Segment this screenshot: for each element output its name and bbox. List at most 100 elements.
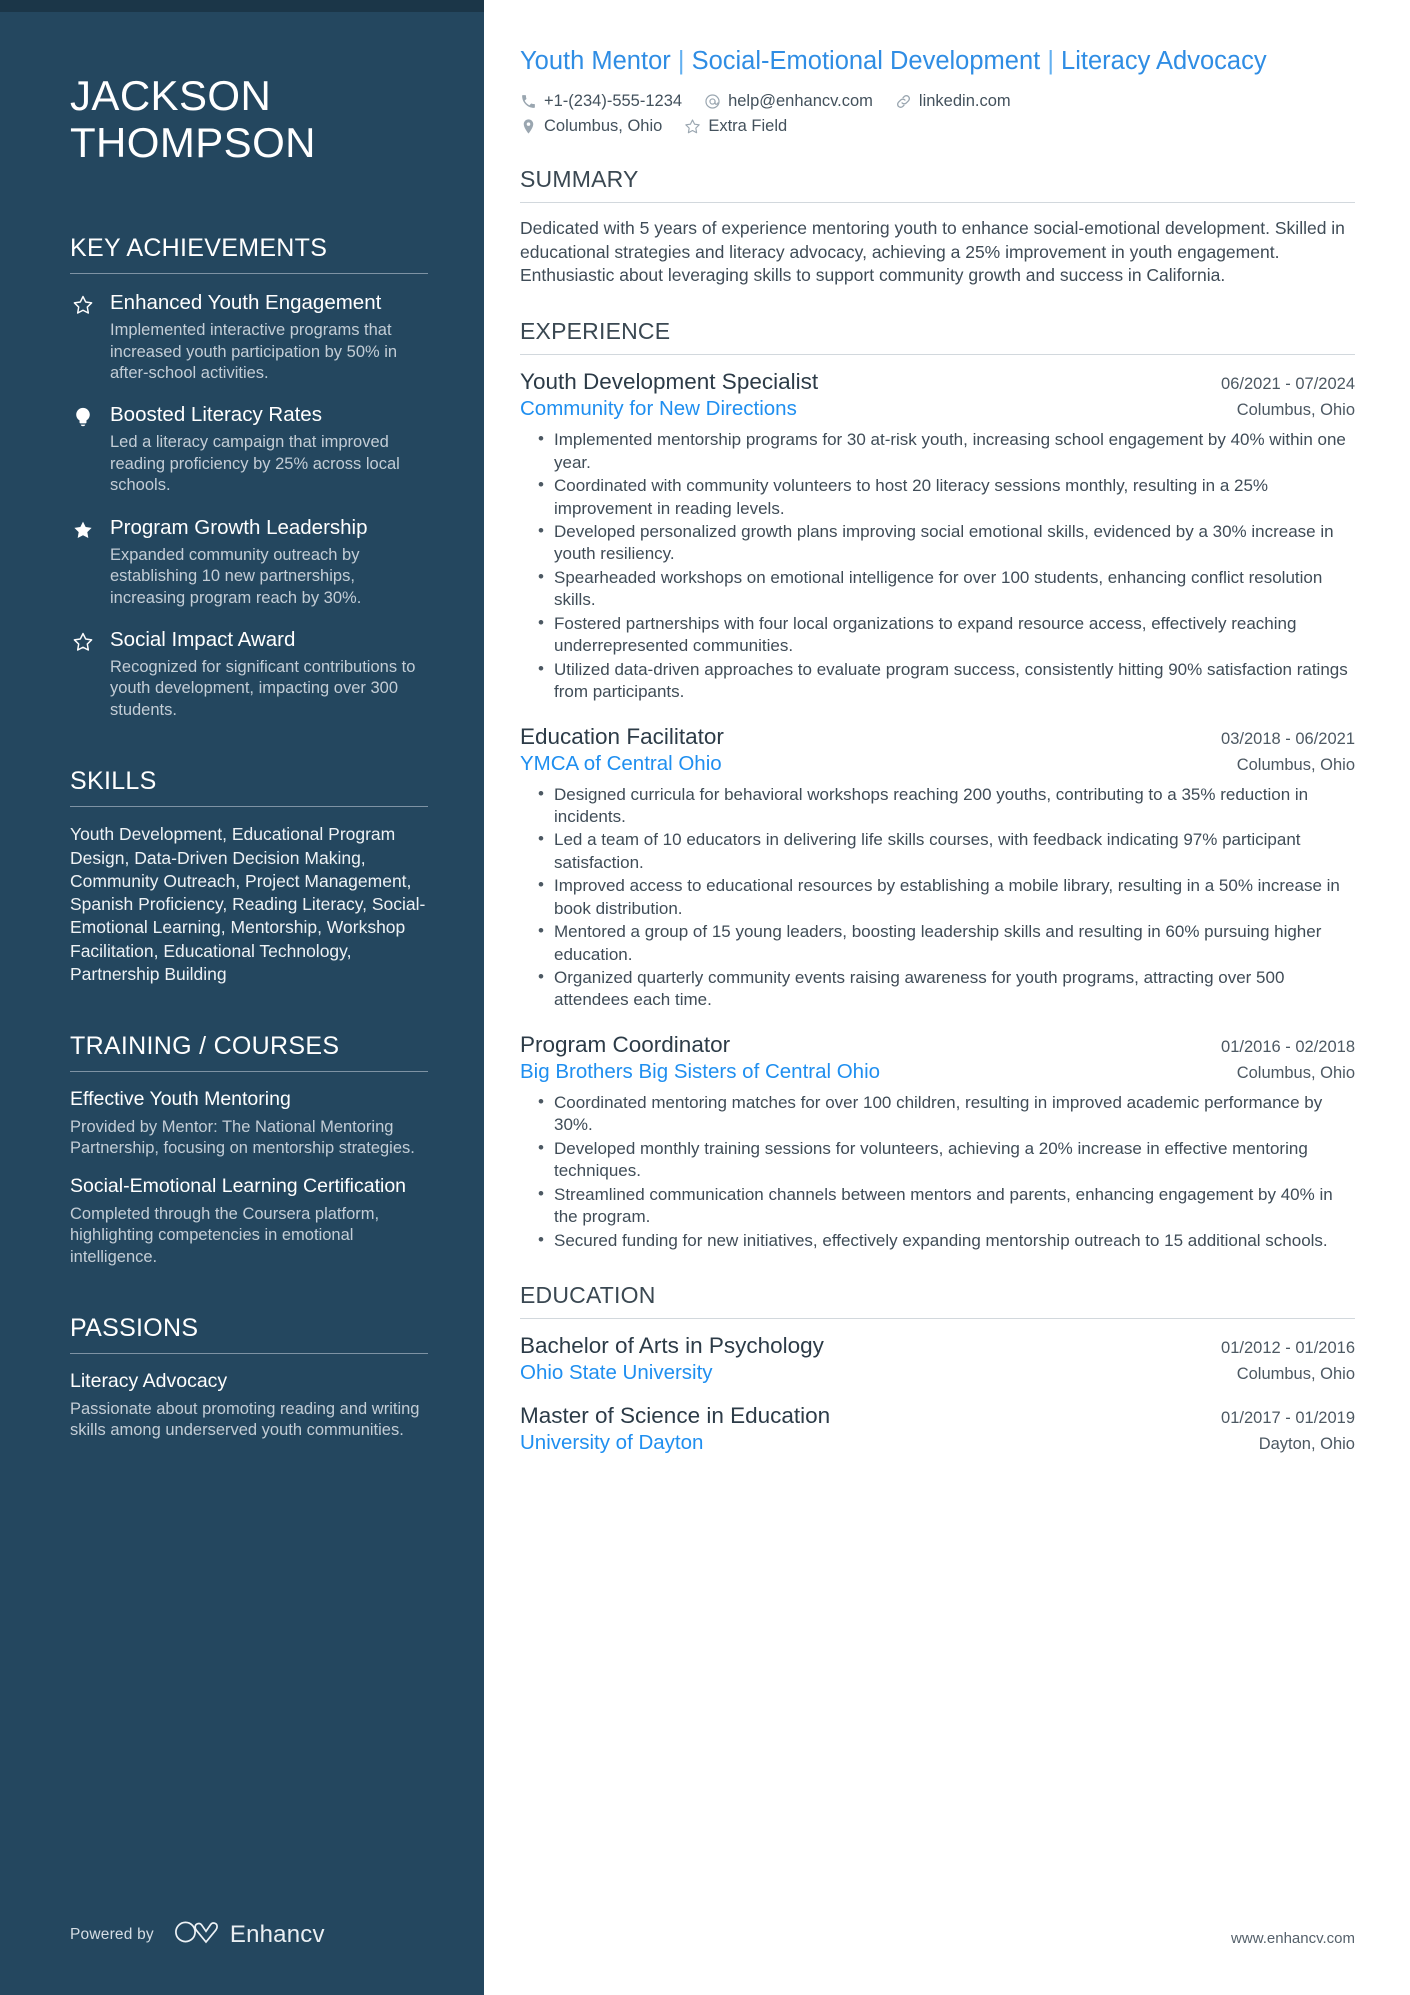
candidate-name-line2: THOMPSON (70, 119, 316, 167)
education-degree-row: Master of Science in Education 01/2017 - … (520, 1403, 1355, 1429)
education-school-row: Ohio State University Columbus, Ohio (520, 1359, 1355, 1389)
passion-item: Literacy Advocacy Passionate about promot… (70, 1370, 428, 1441)
lightbulb-icon (72, 406, 94, 428)
job-bullet: Fostered partnerships with four local or… (538, 612, 1355, 658)
achievement-description: Led a literacy campaign that improved re… (110, 433, 400, 495)
job-bullet: Utilized data-driven approaches to evalu… (538, 658, 1355, 704)
job-bullet: Secured funding for new initiatives, eff… (538, 1228, 1355, 1252)
school-location: Dayton, Ohio (1258, 1434, 1355, 1453)
course-item: Effective Youth Mentoring Provided by Men… (70, 1088, 428, 1159)
divider (520, 354, 1355, 356)
divider (70, 1353, 428, 1355)
contact-value: Columbus, Ohio (544, 116, 663, 135)
summary-text: Dedicated with 5 years of experience men… (520, 217, 1345, 286)
section-skills: SKILLS Youth Development, Educational Pr… (70, 767, 428, 986)
contact-block: +1-(234)-555-1234 help@enhancv.com linkedi… (520, 92, 1355, 136)
job-bullet: Improved access to educational resources… (538, 874, 1355, 920)
achievement-item: Enhanced Youth Engagement Implemented int… (70, 290, 428, 384)
job-location: Columbus, Ohio (1236, 1063, 1355, 1082)
contact-item-at-email[interactable]: help@enhancv.com (704, 92, 873, 111)
divider (70, 806, 428, 808)
contact-value: +1-(234)-555-1234 (544, 91, 683, 110)
achievement-icon-wrapper (70, 627, 96, 721)
contact-value: Extra Field (708, 116, 788, 135)
achievement-item: Social Impact Award Recognized for signif… (70, 627, 428, 721)
enhancv-mark-icon (174, 1920, 220, 1949)
education-list: Bachelor of Arts in Psychology 01/2012 - … (520, 1333, 1355, 1459)
divider (520, 201, 1355, 203)
job-bullet: Designed curricula for behavioral worksh… (538, 783, 1355, 829)
enhancv-brand-name: Enhancv (229, 1920, 325, 1948)
education-school-row: University of Dayton Dayton, Ohio (520, 1429, 1355, 1459)
achievement-title: Boosted Literacy Rates (110, 403, 322, 427)
experience-org-row: Big Brothers Big Sisters of Central Ohio… (520, 1058, 1355, 1088)
experience-title-row: Youth Development Specialist 06/2021 - 07… (520, 369, 1355, 395)
job-dates: 01/2016 - 02/2018 (1221, 1037, 1355, 1056)
job-dates: 06/2021 - 07/2024 (1221, 375, 1355, 394)
job-bullet: Spearheaded workshops on emotional intel… (538, 566, 1355, 612)
course-description: Provided by Mentor: The National Mentori… (70, 1117, 415, 1157)
job-bullets: Implemented mentorship programs for 30 a… (520, 428, 1355, 704)
degree-dates: 01/2017 - 01/2019 (1221, 1408, 1355, 1427)
contact-item-link[interactable]: linkedin.com (895, 92, 1011, 111)
experience-entry: Youth Development Specialist 06/2021 - 07… (520, 369, 1355, 703)
job-title: Youth Development Specialist (520, 369, 819, 395)
section-summary: SUMMARY Dedicated with 5 years of experi… (520, 166, 1355, 288)
experience-title-row: Education Facilitator 03/2018 - 06/2021 (520, 724, 1355, 750)
link-icon (895, 93, 912, 110)
course-title: Social-Emotional Learning Certification (70, 1175, 407, 1198)
sidebar: JACKSON THOMPSON KEY ACHIEVEMENTS Enhanc… (0, 0, 484, 1995)
contact-item-star-outline[interactable]: Extra Field (684, 117, 787, 136)
achievement-item: Boosted Literacy Rates Led a literacy cam… (70, 402, 428, 496)
job-location: Columbus, Ohio (1236, 755, 1355, 774)
powered-by-footer: Powered by Enhancv (70, 1920, 325, 1949)
achievement-icon-wrapper (70, 402, 96, 496)
headline-separator-2: | (1047, 47, 1054, 75)
job-bullets: Coordinated mentoring matches for over 1… (520, 1091, 1355, 1252)
headline-part-1: Youth Mentor (520, 47, 671, 75)
job-bullet: Organized quarterly community events rai… (538, 966, 1355, 1012)
experience-title-row: Program Coordinator 01/2016 - 02/2018 (520, 1032, 1355, 1058)
passions-heading: PASSIONS (70, 1314, 199, 1343)
job-bullet: Led a team of 10 educators in delivering… (538, 828, 1355, 874)
location-pin-icon (520, 118, 537, 135)
contact-value: linkedin.com (918, 91, 1011, 110)
achievement-body: Social Impact Award Recognized for signif… (110, 627, 428, 721)
section-training-courses: TRAINING / COURSES Effective Youth Mento… (70, 1032, 428, 1268)
achievement-icon-wrapper (70, 290, 96, 384)
job-bullets: Designed curricula for behavioral worksh… (520, 783, 1355, 1012)
headline-part-2: Social-Emotional Development (691, 47, 1041, 75)
achievement-description: Implemented interactive programs that in… (110, 321, 398, 382)
education-entry: Bachelor of Arts in Psychology 01/2012 - … (520, 1333, 1355, 1389)
at-email-icon (704, 93, 721, 110)
company-name[interactable]: Big Brothers Big Sisters of Central Ohio (520, 1060, 880, 1084)
divider (520, 1317, 1355, 1319)
achievement-item: Program Growth Leadership Expanded commun… (70, 515, 428, 609)
job-bullet: Mentored a group of 15 young leaders, bo… (538, 920, 1355, 966)
company-name[interactable]: YMCA of Central Ohio (520, 752, 722, 776)
passion-title: Literacy Advocacy (70, 1370, 228, 1393)
experience-entry: Education Facilitator 03/2018 - 06/2021 YM… (520, 724, 1355, 1012)
section-passions: PASSIONS Literacy Advocacy Passionate abo… (70, 1314, 428, 1441)
passions-list: Literacy Advocacy Passionate about promot… (70, 1370, 428, 1441)
job-title: Program Coordinator (520, 1031, 731, 1057)
course-item: Social-Emotional Learning Certification C… (70, 1175, 428, 1268)
contact-item-phone[interactable]: +1-(234)-555-1234 (520, 92, 682, 111)
enhancv-logo: Enhancv (174, 1920, 325, 1949)
course-title: Effective Youth Mentoring (70, 1088, 291, 1111)
job-bullet: Coordinated with community volunteers to… (538, 474, 1355, 520)
contact-item-location-pin[interactable]: Columbus, Ohio (520, 117, 662, 136)
school-name[interactable]: Ohio State University (520, 1361, 713, 1385)
company-name[interactable]: Community for New Directions (520, 397, 797, 421)
star-outline-icon (72, 631, 94, 653)
experience-org-row: YMCA of Central Ohio Columbus, Ohio (520, 750, 1355, 780)
experience-org-row: Community for New Directions Columbus, Oh… (520, 395, 1355, 425)
job-location: Columbus, Ohio (1236, 401, 1355, 420)
summary-heading: SUMMARY (520, 165, 639, 192)
headline-part-3: Literacy Advocacy (1061, 47, 1267, 75)
divider (70, 1071, 428, 1073)
education-heading: EDUCATION (520, 1281, 656, 1308)
education-degree-row: Bachelor of Arts in Psychology 01/2012 - … (520, 1333, 1355, 1359)
school-name[interactable]: University of Dayton (520, 1431, 703, 1455)
achievement-description: Recognized for significant contributions… (110, 658, 416, 719)
